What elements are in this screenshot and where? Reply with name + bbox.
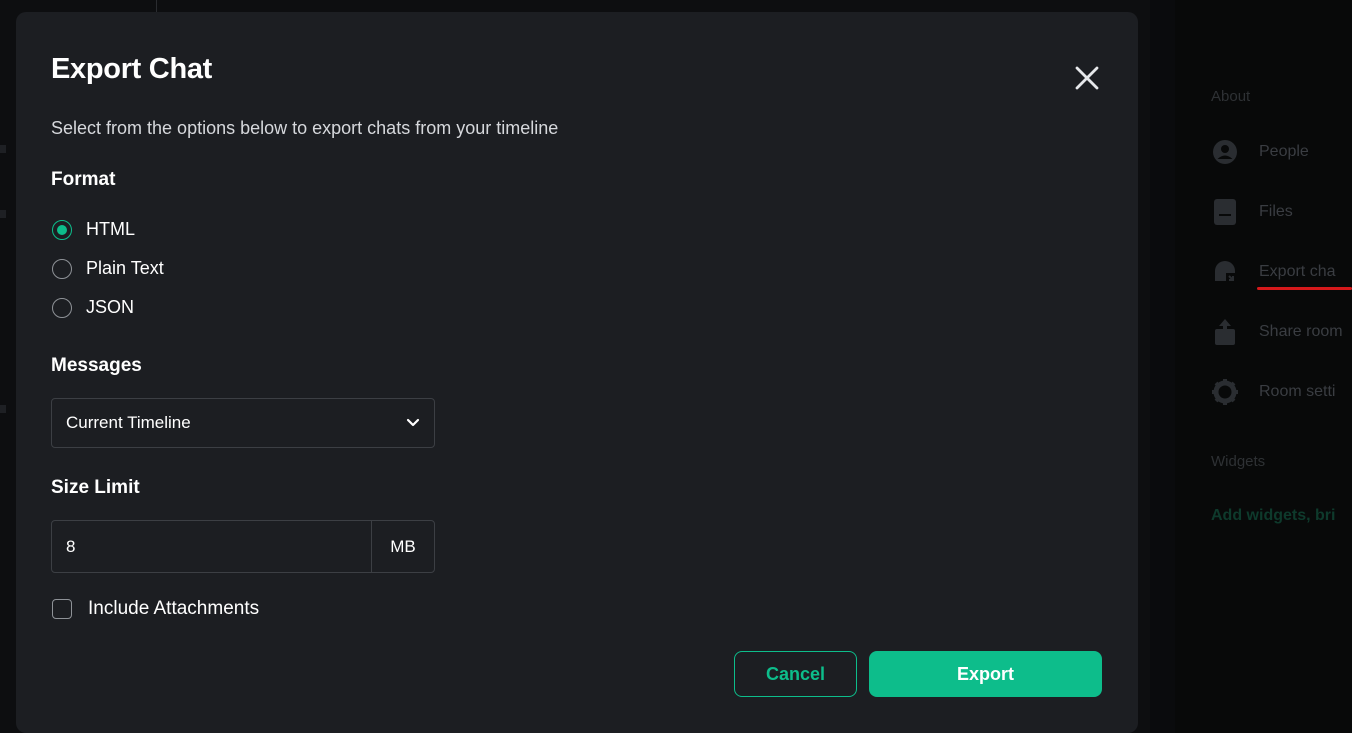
format-option-json[interactable]: JSON [52, 297, 134, 318]
export-button[interactable]: Export [869, 651, 1102, 697]
size-limit-heading: Size Limit [51, 477, 140, 498]
cancel-button[interactable]: Cancel [734, 651, 857, 697]
size-limit-input[interactable] [52, 521, 371, 572]
radio-label: HTML [86, 219, 135, 239]
include-attachments-checkbox[interactable] [52, 599, 72, 619]
format-option-plain-text[interactable]: Plain Text [52, 258, 164, 279]
highlight-underline [1257, 287, 1352, 290]
panel-item-label: Export cha [1259, 263, 1336, 280]
radio-label: Plain Text [86, 258, 164, 278]
add-widgets-link[interactable]: Add widgets, bri [1211, 507, 1335, 525]
timeline-marker [0, 145, 6, 153]
timeline-marker [0, 210, 6, 218]
person-icon [1211, 138, 1239, 166]
gear-icon [1211, 378, 1239, 406]
include-attachments-option[interactable]: Include Attachments [52, 598, 259, 620]
export-chat-dialog: Export Chat Select from the options belo… [16, 12, 1138, 733]
divider [156, 0, 157, 12]
panel-item-people[interactable]: People [1211, 137, 1309, 167]
panel-item-label: Share room [1259, 323, 1343, 340]
share-icon [1211, 318, 1239, 346]
chevron-down-icon [406, 418, 420, 427]
panel-item-label: People [1259, 143, 1309, 160]
radio-button[interactable] [52, 258, 72, 279]
radio-label: JSON [86, 297, 135, 317]
format-heading: Format [51, 169, 116, 190]
panel-item-room-settings[interactable]: Room setti [1211, 377, 1335, 407]
room-info-panel: About People Files Export cha Share room… [1175, 0, 1352, 733]
about-heading: About [1211, 88, 1251, 105]
panel-item-share-room[interactable]: Share room [1211, 317, 1343, 347]
radio-button[interactable] [52, 297, 72, 318]
panel-item-export-chat[interactable]: Export cha [1211, 257, 1335, 287]
dialog-description: Select from the options below to export … [51, 118, 559, 138]
format-option-html[interactable]: HTML [52, 219, 135, 240]
close-button[interactable] [1071, 62, 1103, 94]
checkbox-label: Include Attachments [88, 598, 260, 619]
dialog-title: Export Chat [51, 53, 213, 85]
export-chat-icon [1211, 258, 1239, 286]
size-unit-label: MB [371, 521, 434, 572]
messages-select[interactable]: Current Timeline [51, 398, 435, 448]
panel-item-label: Room setti [1259, 383, 1336, 400]
radio-button[interactable] [52, 219, 72, 240]
size-limit-field: MB [51, 520, 435, 573]
timeline-marker [0, 405, 6, 413]
close-icon [1075, 66, 1099, 90]
panel-item-label: Files [1259, 203, 1293, 220]
widgets-heading: Widgets [1211, 453, 1266, 470]
select-value: Current Timeline [66, 413, 191, 432]
messages-heading: Messages [51, 355, 142, 376]
file-icon [1211, 198, 1239, 226]
panel-item-files[interactable]: Files [1211, 197, 1293, 227]
